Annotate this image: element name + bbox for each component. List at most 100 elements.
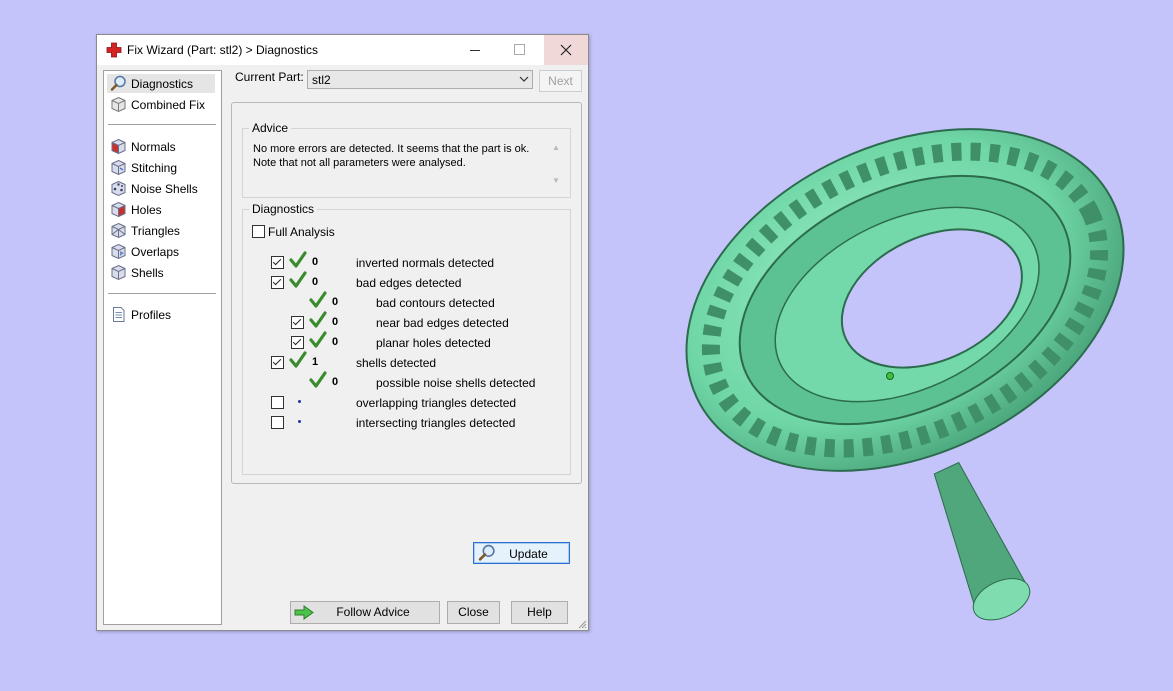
nav-item-shells[interactable]: Shells [107,263,215,282]
diagnostic-checkbox[interactable] [291,316,304,329]
advice-scrollbar[interactable]: ▲ ▼ [552,143,562,185]
current-part-value: stl2 [312,73,331,87]
help-button[interactable]: Help [511,601,568,624]
diagnostics-title: Diagnostics [249,202,318,216]
nav-item-triangles[interactable]: Triangles [107,221,215,240]
diagnostic-count: 1 [312,356,319,368]
wizard-navigation: Diagnostics Combined Fix Normals Stitchi… [103,70,222,625]
diagnostics-group: Diagnostics Full Analysis 0 inverted norm… [242,202,571,564]
fix-wizard-window: Fix Wizard (Part: stl2) > Diagnostics Di… [96,34,589,631]
close-icon [560,44,572,56]
next-button[interactable]: Next [539,70,582,92]
nav-item-profiles[interactable]: Profiles [107,305,215,324]
diagnostic-label: inverted normals detected [356,256,495,270]
nav-label: Combined Fix [131,98,206,112]
close-button[interactable]: Close [447,601,500,624]
diagnostic-label: intersecting triangles detected [356,416,516,430]
diagnostic-count: 0 [332,316,339,328]
holes-cube-icon [111,201,126,218]
nav-item-noise-shells[interactable]: Noise Shells [107,179,215,198]
diagnostic-row: 0 bad edges detected [243,271,570,291]
diagnostics-panel: Advice No more errors are detected. It s… [231,102,582,564]
green-check-icon [289,271,307,288]
nav-label: Noise Shells [131,182,198,196]
nav-label: Diagnostics [131,77,194,91]
title-bar[interactable]: Fix Wizard (Part: stl2) > Diagnostics [97,35,588,65]
overlaps-cube-icon [111,243,126,260]
window-title: Fix Wizard (Part: stl2) > Diagnostics [127,43,319,57]
diagnostic-count: 0 [332,296,339,308]
magnifier-icon [110,75,126,91]
diagnostic-label: planar holes detected [376,336,491,350]
diagnostic-checkbox[interactable] [271,396,284,409]
chevron-down-icon [519,76,529,82]
current-part-select[interactable]: stl2 [307,70,533,89]
stitching-cube-icon [111,159,126,176]
diagnostic-checkbox[interactable] [271,416,284,429]
diagnostic-row: 0 near bad edges detected [243,311,570,331]
noise-shells-cube-icon [111,180,126,197]
full-analysis-checkbox[interactable] [252,225,265,238]
status-dot-icon [298,400,301,403]
diagnostic-checkbox[interactable] [271,256,284,269]
follow-advice-label: Follow Advice [336,605,410,619]
green-check-icon [289,251,307,268]
diagnostic-count: 0 [312,256,319,268]
nav-label: Shells [131,266,164,280]
green-check-icon [309,371,327,388]
maximize-button[interactable] [497,35,541,65]
diagnostic-label: possible noise shells detected [376,376,536,390]
diagnostic-label: near bad edges detected [376,316,509,330]
status-dot-icon [298,420,301,423]
diagnostic-label: bad contours detected [376,296,495,310]
green-check-icon [309,311,327,328]
advice-group: Advice No more errors are detected. It s… [242,121,571,198]
follow-advice-button[interactable]: Follow Advice [290,601,440,624]
red-cross-icon [106,42,122,58]
ring-model[interactable] [631,62,1173,691]
nav-label: Triangles [131,224,180,238]
diagnostic-label: shells detected [356,356,437,370]
diagnostic-row: intersecting triangles detected [243,413,570,431]
cube-icon [111,96,126,113]
full-analysis-label: Full Analysis [268,225,335,239]
nav-item-diagnostics[interactable]: Diagnostics [107,74,215,93]
diagnostic-row: 0 inverted normals detected [243,251,570,271]
diagnostic-checkbox[interactable] [291,336,304,349]
green-check-icon [309,331,327,348]
document-icon [113,307,125,322]
diagnostic-label: overlapping triangles detected [356,396,517,410]
nav-item-combined-fix[interactable]: Combined Fix [107,95,215,114]
update-label: Update [509,547,548,561]
nav-item-overlaps[interactable]: Overlaps [107,242,215,261]
advice-title: Advice [249,121,292,135]
normals-cube-icon [111,138,126,155]
update-button[interactable]: Update [473,542,570,564]
resize-grip-icon[interactable] [577,619,587,629]
nav-label: Normals [131,140,176,154]
diagnostic-checkbox[interactable] [271,276,284,289]
diagnostic-row: 0 planar holes detected [243,331,570,351]
diagnostic-row: 0 bad contours detected [243,291,570,311]
diagnostic-count: 0 [332,376,339,388]
diagnostic-label: bad edges detected [356,276,462,290]
diagnostic-row: 1 shells detected [243,351,570,371]
nav-item-normals[interactable]: Normals [107,137,215,156]
minimize-button[interactable] [453,35,497,65]
pivot-point-icon [886,372,894,380]
close-window-button[interactable] [544,35,588,65]
current-part-label: Current Part: [235,70,304,84]
nav-item-stitching[interactable]: Stitching [107,158,215,177]
scroll-down-icon[interactable]: ▼ [552,176,560,185]
diagnostic-count: 0 [332,336,339,348]
nav-item-holes[interactable]: Holes [107,200,215,219]
nav-label: Stitching [131,161,178,175]
scroll-up-icon[interactable]: ▲ [552,143,560,152]
shells-cube-icon [111,264,126,281]
diagnostic-row: overlapping triangles detected [243,393,570,411]
diagnostic-row: 0 possible noise shells detected [243,371,570,391]
nav-divider [108,124,216,125]
3d-viewport[interactable] [600,0,1173,691]
diagnostic-checkbox[interactable] [271,356,284,369]
nav-divider [108,293,216,294]
